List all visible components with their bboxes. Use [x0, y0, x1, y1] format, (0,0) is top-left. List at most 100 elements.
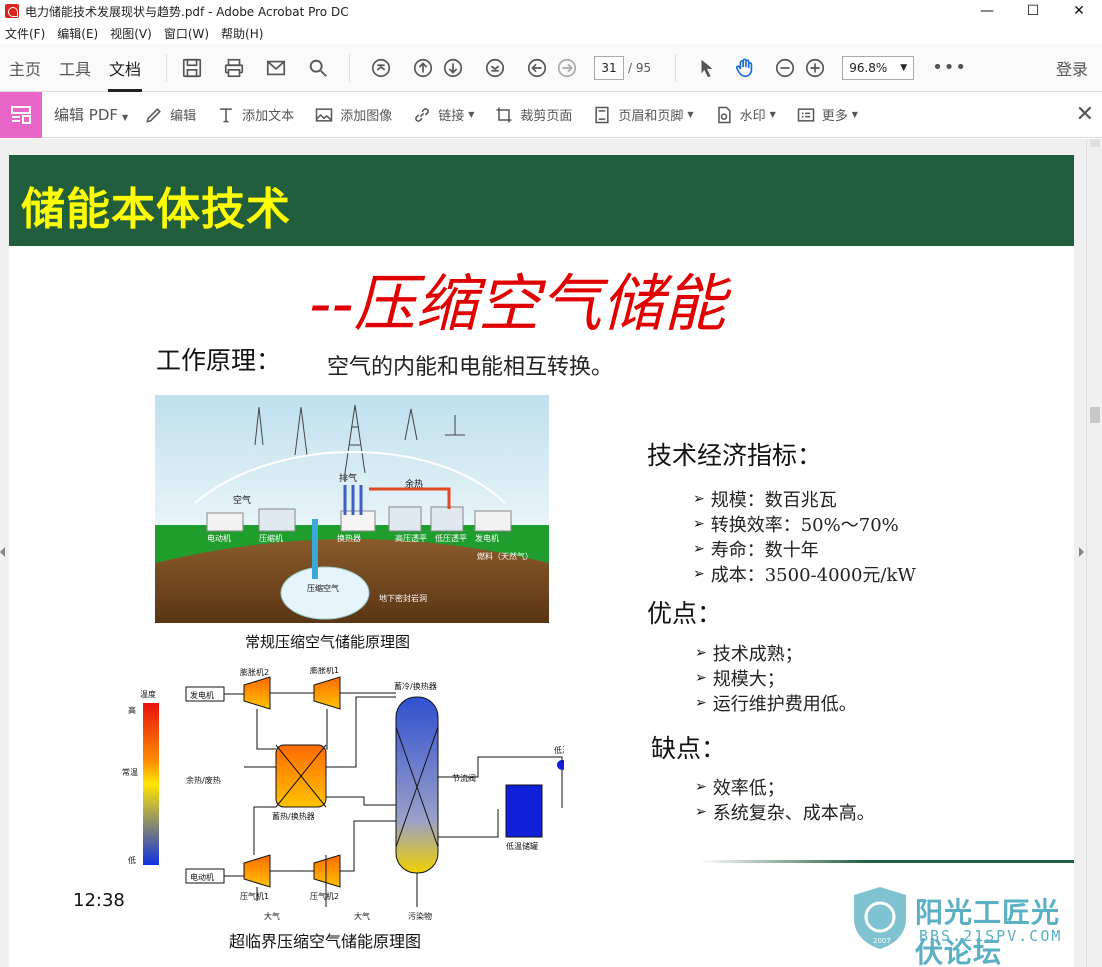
cons-heading: 缺点： [651, 734, 727, 763]
zoom-in-icon[interactable] [800, 53, 830, 83]
zoom-select[interactable]: 96.8% ▼ [842, 55, 915, 80]
edit-pdf-dropdown[interactable]: 编辑 PDF ▼ [54, 104, 128, 125]
caret-down-icon: ▼ [687, 110, 694, 119]
label-fuel: 燃料（天然气） [477, 551, 533, 561]
edit-pdf-tool-icon[interactable] [0, 91, 42, 138]
decorative-rule [699, 860, 1074, 863]
menu-edit[interactable]: 编辑(E) [52, 25, 105, 42]
header-footer-dropdown[interactable]: 页眉和页脚 ▼ [592, 105, 694, 125]
label-generator2: 发电机 [190, 690, 214, 700]
label-compressed-air: 压缩空气 [307, 583, 339, 593]
forward-view-icon[interactable] [552, 53, 582, 83]
label-comp1: 压气机1 [240, 891, 269, 901]
arrow-bullet-icon: ➢ [695, 779, 707, 795]
right-pane-toggle-icon[interactable] [1079, 547, 1084, 557]
menu-help[interactable]: 帮助(H) [216, 25, 270, 42]
label-air: 空气 [233, 494, 251, 506]
crop-page-label: 裁剪页面 [520, 109, 573, 124]
zoom-out-icon[interactable] [770, 53, 800, 83]
label-cold-exchanger: 蓄冷/换热器 [394, 681, 437, 691]
document-area[interactable]: 储能本体技术 --压缩空气储能 工作原理： 空气的内能和电能相互转换。 排气 余… [0, 139, 1102, 967]
menu-window[interactable]: 窗口(W) [159, 25, 216, 42]
back-view-icon[interactable] [522, 53, 552, 83]
label-waste: 余热/废热 [186, 775, 221, 785]
vertical-scrollbar[interactable] [1086, 139, 1102, 967]
slide-banner: 储能本体技术 [9, 155, 1074, 246]
tab-home[interactable]: 主页 [0, 44, 50, 92]
add-image-button[interactable]: 添加图像 [314, 105, 392, 125]
scroll-thumb[interactable] [1090, 407, 1100, 423]
save-icon[interactable] [177, 53, 207, 83]
more-tools-icon[interactable]: ••• [932, 57, 967, 78]
search-icon[interactable] [303, 53, 333, 83]
print-icon[interactable] [219, 53, 249, 83]
menu-file[interactable]: 文件(F) [0, 25, 52, 42]
pdf-page: 储能本体技术 --压缩空气储能 工作原理： 空气的内能和电能相互转换。 排气 余… [9, 155, 1074, 967]
label-generator: 发电机 [475, 533, 499, 543]
diagram2-caption: 超临界压缩空气储能原理图 [229, 932, 422, 951]
menu-view[interactable]: 视图(V) [105, 25, 159, 42]
label-lt-tank: 低温储罐 [506, 841, 538, 851]
label-compressor: 压缩机 [259, 533, 283, 543]
label-hp-turbine: 高压透平 [395, 533, 427, 543]
mail-icon[interactable] [261, 53, 291, 83]
conventional-caes-diagram: 排气 余热 空气 电动机 压缩机 换热器 高压透平 低压透平 发电机 燃料（天然… [155, 395, 549, 623]
text-icon [220, 107, 233, 122]
scroll-up-icon[interactable] [1090, 139, 1100, 147]
toolbar-divider [349, 53, 351, 82]
label-lp-turbine: 低压透平 [435, 533, 467, 543]
tab-tools[interactable]: 工具 [50, 44, 100, 92]
edit-icon [146, 107, 162, 123]
edit-button[interactable]: 编辑 [144, 105, 196, 125]
more-dropdown[interactable]: 更多 ▼ [796, 105, 858, 125]
add-text-label: 添加文本 [242, 109, 295, 124]
select-cursor-icon[interactable] [692, 53, 722, 83]
edit-toolbar: 编辑 PDF ▼ 编辑 添加文本 添加图像 链接 ▼ 裁剪页面 页眉和页脚 ▼ 水印 ▼… [0, 91, 1102, 138]
logo-year: 2007 [873, 937, 891, 945]
arrow-bullet-icon: ➢ [693, 516, 705, 532]
caret-down-icon: ▼ [851, 110, 858, 119]
link-label: 链接 [438, 109, 465, 124]
tech-heading: 技术经济指标： [647, 441, 823, 470]
link-dropdown[interactable]: 链接 ▼ [412, 105, 474, 125]
edit-label: 编辑 [170, 109, 197, 124]
zoom-value: 96.8% [849, 60, 888, 75]
close-edit-toolbar-icon[interactable]: ✕ [1076, 102, 1094, 127]
arrow-bullet-icon: ➢ [693, 491, 705, 507]
arrow-bullet-icon: ➢ [695, 670, 707, 686]
maximize-button[interactable]: ☐ [1010, 0, 1056, 22]
login-button[interactable]: 登录 [1056, 56, 1088, 80]
hand-tool-icon[interactable] [730, 53, 760, 83]
add-text-button[interactable]: 添加文本 [216, 105, 294, 125]
header-footer-label: 页眉和页脚 [618, 109, 684, 124]
tech-item: ➢ 成本：3500-4000元/kW [693, 565, 916, 586]
label-normal: 常温 [122, 768, 138, 777]
label-atm2: 大气 [354, 911, 370, 921]
toolbar-divider [166, 53, 168, 82]
arrow-bullet-icon: ➢ [695, 695, 707, 711]
label-expander1: 膨胀机1 [310, 667, 339, 675]
tab-document[interactable]: 文档 [100, 44, 150, 92]
image-icon [315, 107, 333, 122]
caret-down-icon: ▼ [122, 113, 129, 122]
last-page-icon[interactable] [480, 53, 510, 83]
page-number-input[interactable]: 31 [594, 55, 625, 80]
watermark-dropdown[interactable]: 水印 ▼ [714, 105, 776, 125]
watermark-label: 水印 [739, 109, 766, 124]
caret-down-icon: ▼ [769, 110, 776, 119]
label-waste-heat: 余热 [405, 478, 423, 490]
tech-item: ➢ 寿命：数十年 [693, 540, 819, 561]
crop-page-button[interactable]: 裁剪页面 [494, 105, 572, 125]
window-title: 电力储能技术发展现状与趋势.pdf - Adobe Acrobat Pro DC [25, 4, 349, 19]
forum-url: BBS.21SPV.COM [919, 927, 1063, 945]
close-window-button[interactable]: ✕ [1056, 0, 1102, 22]
previous-page-icon[interactable] [408, 53, 438, 83]
first-page-icon[interactable] [366, 53, 396, 83]
left-pane-toggle-icon[interactable] [0, 547, 5, 557]
next-page-icon[interactable] [438, 53, 468, 83]
label-cavern: 地下密封岩洞 [379, 593, 427, 603]
toolbar-divider [675, 53, 677, 82]
tech-item: ➢ 规模：数百兆瓦 [693, 490, 837, 511]
minimize-button[interactable]: — [964, 0, 1010, 22]
slide-title: 储能本体技术 [21, 184, 291, 235]
